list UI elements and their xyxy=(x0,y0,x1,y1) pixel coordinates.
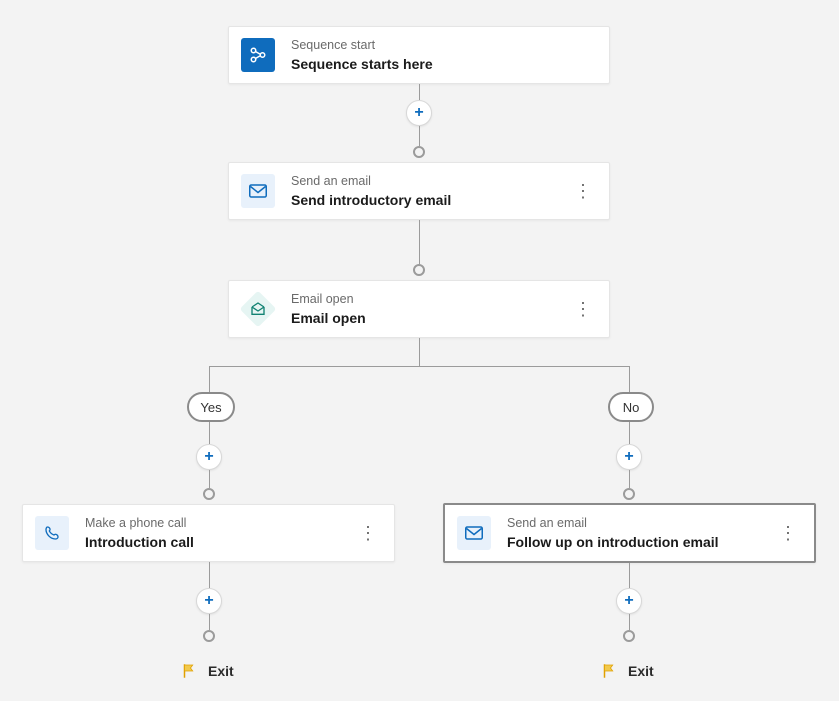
pill-text: No xyxy=(623,400,640,415)
connector-line xyxy=(209,422,210,444)
branch-label-no[interactable]: No xyxy=(608,392,654,422)
connector-dot xyxy=(413,146,425,158)
add-step-button[interactable]: + xyxy=(196,444,222,470)
connector-dot xyxy=(413,264,425,276)
flow-start-icon xyxy=(241,38,275,72)
connector-dot xyxy=(203,488,215,500)
node-more-button[interactable]: ⋮ xyxy=(356,521,380,545)
connector-line xyxy=(209,470,210,488)
connector-dot xyxy=(203,630,215,642)
connector-line xyxy=(629,614,630,630)
node-sequence-start[interactable]: Sequence start Sequence starts here xyxy=(228,26,610,84)
node-title-label: Follow up on introduction email xyxy=(507,533,776,552)
connector-line xyxy=(419,126,420,146)
node-title-label: Send introductory email xyxy=(291,191,571,210)
node-more-button[interactable]: ⋮ xyxy=(571,297,595,321)
plus-icon: + xyxy=(624,592,633,610)
node-condition-email-open[interactable]: Email open Email open ⋮ xyxy=(228,280,610,338)
connector-line xyxy=(419,338,420,366)
connector-dot xyxy=(623,488,635,500)
flag-icon xyxy=(180,662,198,680)
connector-line xyxy=(629,422,630,444)
plus-icon: + xyxy=(624,448,633,466)
node-follow-up-email[interactable]: Send an email Follow up on introduction … xyxy=(443,503,816,563)
plus-icon: + xyxy=(414,104,423,122)
node-more-button[interactable]: ⋮ xyxy=(571,179,595,203)
node-type-label: Email open xyxy=(291,291,571,307)
exit-label: Exit xyxy=(208,663,234,679)
add-step-button[interactable]: + xyxy=(406,100,432,126)
node-introduction-call[interactable]: Make a phone call Introduction call ⋮ xyxy=(22,504,395,562)
node-send-intro-email[interactable]: Send an email Send introductory email ⋮ xyxy=(228,162,610,220)
node-type-label: Send an email xyxy=(507,515,776,531)
flag-icon xyxy=(600,662,618,680)
connector-line xyxy=(629,470,630,488)
exit-label: Exit xyxy=(628,663,654,679)
connector-line xyxy=(419,220,420,264)
plus-icon: + xyxy=(204,448,213,466)
mail-icon xyxy=(241,174,275,208)
branch-label-yes[interactable]: Yes xyxy=(187,392,235,422)
mail-icon xyxy=(457,516,491,550)
connector-line xyxy=(419,84,420,100)
add-step-button[interactable]: + xyxy=(196,588,222,614)
node-type-label: Send an email xyxy=(291,173,571,189)
node-title-label: Sequence starts here xyxy=(291,55,595,74)
connector-line xyxy=(209,562,210,588)
node-more-button[interactable]: ⋮ xyxy=(776,521,800,545)
connector-line xyxy=(629,366,630,392)
node-type-label: Make a phone call xyxy=(85,515,356,531)
exit-node-right: Exit xyxy=(600,662,654,680)
connector-line xyxy=(629,563,630,588)
mail-open-icon xyxy=(241,292,275,326)
node-type-label: Sequence start xyxy=(291,37,595,53)
plus-icon: + xyxy=(204,592,213,610)
sequence-canvas: Sequence start Sequence starts here + Se… xyxy=(0,0,839,701)
add-step-button[interactable]: + xyxy=(616,444,642,470)
node-title-label: Email open xyxy=(291,309,571,328)
add-step-button[interactable]: + xyxy=(616,588,642,614)
connector-dot xyxy=(623,630,635,642)
connector-line xyxy=(209,366,629,367)
phone-icon xyxy=(35,516,69,550)
connector-line xyxy=(209,366,210,392)
pill-text: Yes xyxy=(200,400,221,415)
connector-line xyxy=(209,614,210,630)
exit-node-left: Exit xyxy=(180,662,234,680)
node-title-label: Introduction call xyxy=(85,533,356,552)
